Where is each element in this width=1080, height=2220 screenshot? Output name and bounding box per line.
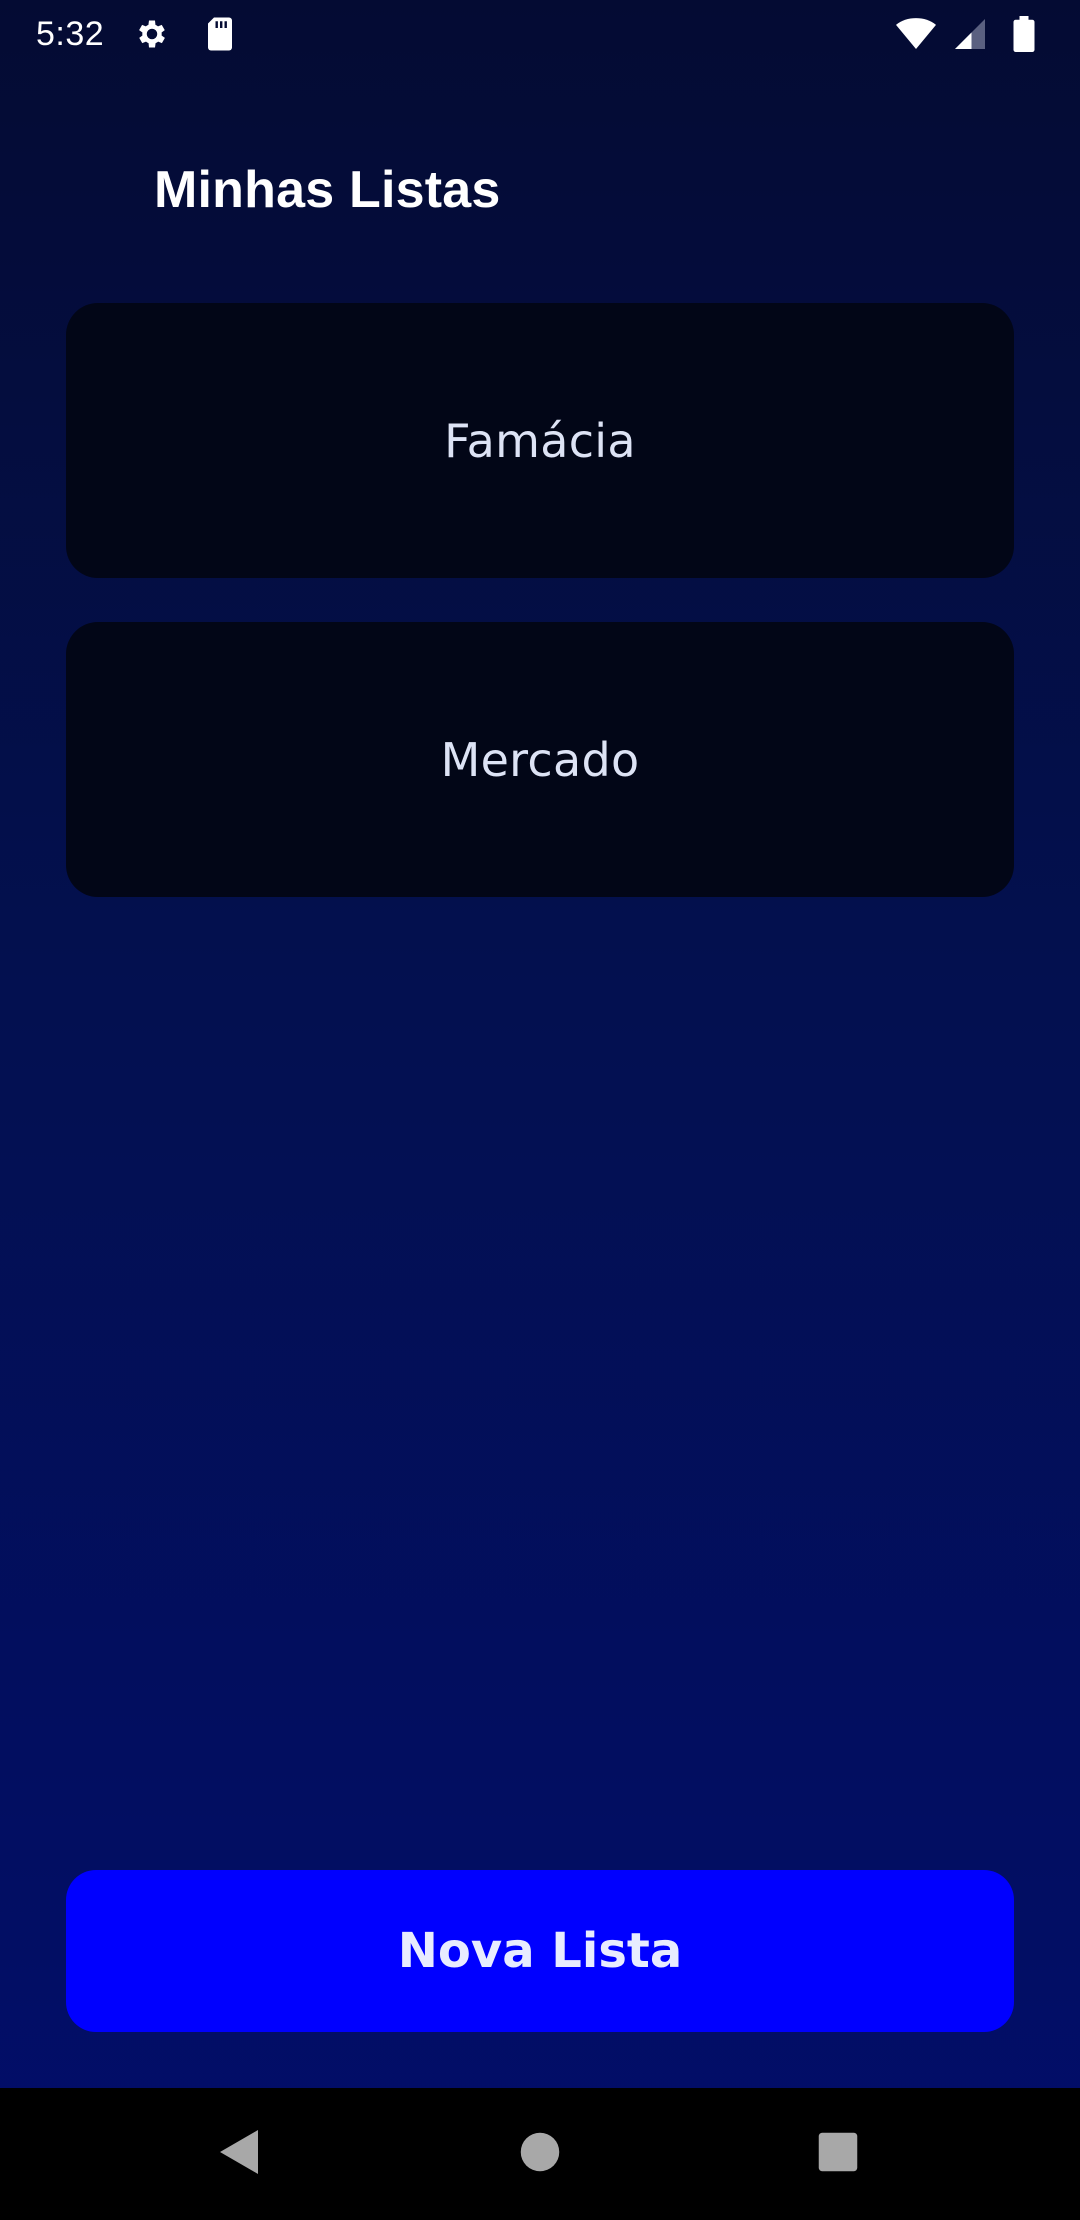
list-card-mercado[interactable]: Mercado	[66, 622, 1014, 897]
navigation-bar	[0, 2088, 1080, 2220]
status-right	[896, 14, 1044, 54]
battery-icon	[1004, 14, 1044, 54]
status-bar: 5:32	[0, 0, 1080, 68]
sd-card-icon	[200, 14, 240, 54]
home-icon	[519, 2131, 561, 2177]
status-time: 5:32	[36, 14, 105, 53]
signal-icon	[950, 14, 990, 54]
recents-icon	[817, 2131, 859, 2177]
list-card-label: Mercado	[440, 732, 640, 787]
new-list-button[interactable]: Nova Lista	[66, 1870, 1014, 2032]
back-button[interactable]	[180, 2088, 300, 2220]
list-card-label: Famácia	[444, 413, 636, 468]
wifi-icon	[896, 14, 936, 54]
gear-icon	[132, 14, 172, 54]
home-button[interactable]	[480, 2088, 600, 2220]
lists-container: Famácia Mercado	[66, 303, 1014, 941]
status-left: 5:32	[36, 14, 240, 54]
back-icon	[218, 2128, 262, 2180]
list-card-famacia[interactable]: Famácia	[66, 303, 1014, 578]
recents-button[interactable]	[778, 2088, 898, 2220]
page-title: Minhas Listas	[154, 161, 501, 219]
